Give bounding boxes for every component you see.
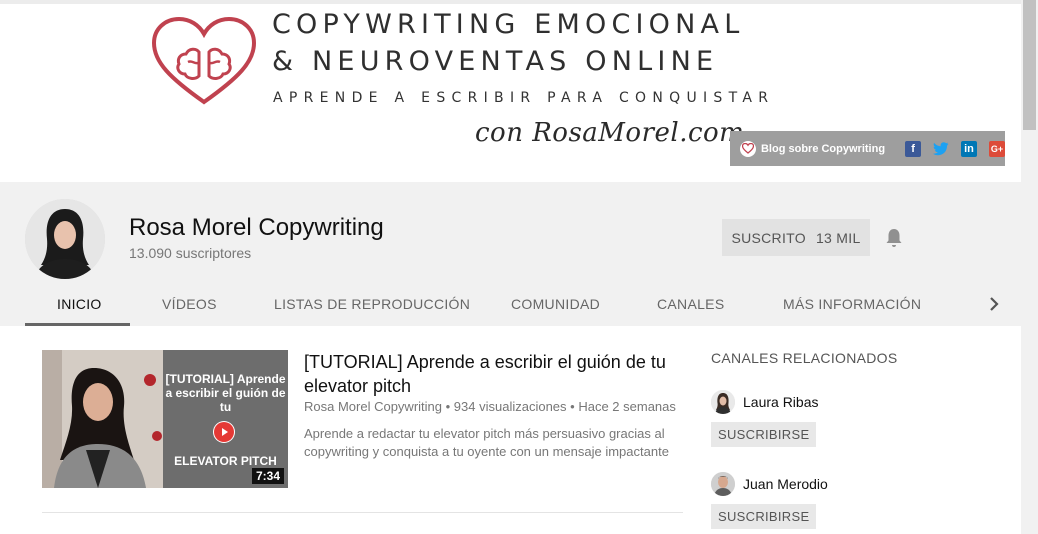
banner-links-bar: Blog sobre Copywriting f in G+	[730, 131, 1005, 166]
blog-link[interactable]: Blog sobre Copywriting	[761, 143, 885, 155]
mini-heart-logo-icon	[740, 140, 756, 157]
subscriber-count: 13.090 suscriptores	[129, 245, 252, 261]
video-age: Hace 2 semanas	[578, 399, 676, 414]
video-title[interactable]: [TUTORIAL] Aprende a escribir el guión d…	[304, 350, 684, 398]
related-channel-name[interactable]: Laura Ribas	[743, 394, 819, 410]
meta-separator: •	[445, 399, 454, 414]
scrollbar-thumb[interactable]	[1023, 0, 1036, 130]
google-plus-icon[interactable]: G+	[989, 140, 1005, 157]
thumbnail-bottom-text: ELEVATOR PITCH	[174, 454, 277, 468]
linkedin-icon[interactable]: in	[961, 140, 978, 157]
section-divider	[42, 512, 683, 513]
subscribed-count: 13 MIL	[815, 229, 861, 246]
banner-headline-1: COPYWRITING EMOCIONAL	[272, 9, 745, 40]
channel-header: Rosa Morel Copywriting 13.090 suscriptor…	[0, 182, 1021, 326]
video-description: Aprende a redactar tu elevator pitch más…	[304, 426, 669, 459]
subscribe-button[interactable]: SUSCRIBIRSE	[711, 422, 817, 447]
video-meta: Rosa Morel Copywriting • 934 visualizaci…	[304, 399, 676, 414]
tab-channels[interactable]: CANALES	[657, 282, 724, 326]
active-tab-indicator	[25, 323, 130, 326]
related-channel-name[interactable]: Juan Merodio	[743, 476, 828, 492]
video-views: 934 visualizaciones	[453, 399, 567, 414]
tab-playlists[interactable]: LISTAS DE REPRODUCCIÓN	[274, 282, 470, 326]
tab-about[interactable]: MÁS INFORMACIÓN	[783, 282, 921, 326]
facebook-icon[interactable]: f	[905, 140, 922, 157]
tab-inicio[interactable]: INICIO	[57, 282, 102, 326]
subscribe-button[interactable]: SUSCRIBIRSE	[711, 504, 817, 529]
related-channels-heading: CANALES RELACIONADOS	[711, 350, 898, 366]
banner-headline-2: & NEUROVENTAS ONLINE	[272, 46, 719, 77]
video-duration: 7:34	[251, 468, 284, 484]
notification-bell-icon[interactable]	[884, 227, 904, 249]
channel-banner: COPYWRITING EMOCIONAL & NEUROVENTAS ONLI…	[0, 0, 1021, 182]
twitter-icon[interactable]	[933, 141, 949, 157]
channel-title: Rosa Morel Copywriting	[129, 214, 384, 241]
channel-avatar[interactable]	[25, 199, 105, 279]
video-thumbnail[interactable]: [TUTORIAL] Aprende a escribir el guión d…	[42, 350, 288, 488]
thumbnail-title-text: [TUTORIAL] Aprende a escribir el guión d…	[165, 372, 286, 414]
banner-tagline: APRENDE A ESCRIBIR PARA CONQUISTAR	[273, 90, 775, 106]
tab-community[interactable]: COMUNIDAD	[511, 282, 600, 326]
subscribed-button[interactable]: SUSCRITO 13 MIL	[722, 219, 870, 256]
thumbnail-person-image	[42, 350, 163, 488]
related-channel-avatar[interactable]	[711, 390, 735, 414]
related-channel-avatar[interactable]	[711, 472, 735, 496]
heart-brain-logo-icon	[151, 16, 257, 105]
play-icon	[213, 421, 235, 443]
tab-videos[interactable]: VÍDEOS	[162, 282, 217, 326]
video-channel-link[interactable]: Rosa Morel Copywriting	[304, 399, 442, 414]
channel-tabs: INICIO VÍDEOS LISTAS DE REPRODUCCIÓN COM…	[0, 282, 1021, 326]
banner-top-line	[0, 0, 1021, 4]
subscribed-label: SUSCRITO	[731, 229, 806, 246]
banner-signature: con RosaMorel.com	[475, 118, 745, 148]
chevron-right-icon[interactable]	[984, 292, 1004, 316]
page-scrollbar[interactable]	[1021, 0, 1038, 534]
